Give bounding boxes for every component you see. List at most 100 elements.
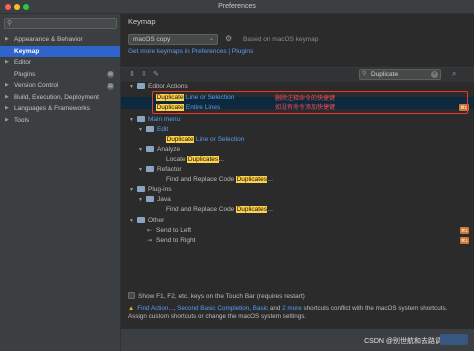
conflict-link-second-basic[interactable]: Second Basic Completion <box>177 305 249 312</box>
sidebar-item-languages[interactable]: ▶ Languages & Frameworks <box>0 103 120 115</box>
warning-text: and <box>268 305 283 312</box>
sidebar-item-label: Version Control <box>14 82 59 89</box>
tree-node-label: Other <box>148 217 165 224</box>
dialog-button-bar: CSDN @别世航和去路调 <box>121 329 474 351</box>
tree-row-send-to-left[interactable]: ⇤ Send to Left <box>147 226 191 236</box>
chevron-down-icon: ▼ <box>129 117 134 123</box>
search-match: Duplicate <box>166 136 195 143</box>
chevron-right-icon: ▶ <box>5 82 9 88</box>
tree-node-java[interactable]: ▼ Java <box>138 195 171 205</box>
tree-row-edit-duplicate[interactable]: Duplicate Line or Selection <box>166 135 244 145</box>
tree-node-other[interactable]: ▼ Other <box>129 216 164 226</box>
touch-bar-checkbox[interactable] <box>128 292 135 299</box>
page-title: Keymap <box>128 17 156 26</box>
folder-icon <box>137 115 145 122</box>
tree-node-label: Plug-ins <box>148 186 172 193</box>
gear-icon[interactable]: ⚙ <box>225 34 232 43</box>
annotation-note: 如没有命令添加快捷键 <box>275 105 336 111</box>
warning-icon: ▲ <box>128 305 135 312</box>
sidebar-item-label: Keymap <box>14 47 40 55</box>
sidebar-item-label: Editor <box>14 59 31 66</box>
chevron-right-icon: ▶ <box>5 59 9 65</box>
find-by-shortcut-icon[interactable]: ⌕ <box>452 69 456 79</box>
tree-node-edit[interactable]: ▼ Edit <box>138 125 168 135</box>
tree-node-label: Editor Actions <box>148 83 188 90</box>
keymap-select[interactable]: macOS copy ⌄ <box>128 34 218 45</box>
warning-text: shortcuts conflict with the macOS system… <box>301 305 448 312</box>
keymap-toolbar: ⇕ ⇳ ✎ ⚲ Duplicate × ⌕ <box>121 67 474 82</box>
action-search-value: Duplicate <box>371 71 399 78</box>
conflict-link-more[interactable]: 2 more <box>282 305 302 312</box>
sidebar-item-plugins[interactable]: Plugins ▤ <box>0 69 120 81</box>
window-title: Preferences <box>218 3 256 10</box>
chevron-right-icon: ▶ <box>5 105 9 111</box>
tree-row-send-to-right[interactable]: ⇥ Send to Right <box>147 236 195 246</box>
more-keymaps-link[interactable]: Get more keymaps in Preferences | Plugin… <box>128 48 253 55</box>
collapse-all-icon[interactable]: ⇳ <box>141 70 147 78</box>
action-search-input[interactable]: ⚲ Duplicate × <box>359 69 441 80</box>
settings-sidebar: ⚲ ▶ Appearance & Behavior Keymap ▶ Editor … <box>0 14 121 351</box>
action-label: Send to Left <box>156 227 192 234</box>
warning-text-line2: Assign custom shortcuts or change the ma… <box>128 313 307 320</box>
keymap-panel: Keymap macOS copy ⌄ ⚙ Based on macOS keym… <box>121 14 474 351</box>
sidebar-item-label: Appearance & Behavior <box>14 36 83 43</box>
tree-node-label: Refactor <box>157 166 182 173</box>
ok-button[interactable] <box>440 334 468 345</box>
tree-node-refactor[interactable]: ▼ Refactor <box>138 165 182 175</box>
sidebar-item-build[interactable]: ▶ Build, Execution, Deployment <box>0 92 120 104</box>
tree-node-analyze[interactable]: ▼ Analyze <box>138 145 180 155</box>
conflict-link-find-action[interactable]: Find Action... <box>137 305 173 312</box>
folder-icon <box>146 125 154 132</box>
settings-search-input[interactable]: ⚲ <box>4 18 117 29</box>
tree-node-plugins[interactable]: ▼ Plug-ins <box>129 185 171 195</box>
sidebar-item-label: Plugins <box>14 70 36 78</box>
sidebar-item-keymap[interactable]: Keymap <box>0 45 120 57</box>
clear-search-icon[interactable]: × <box>431 71 438 78</box>
conflict-link-basic[interactable]: Basic <box>253 305 268 312</box>
expand-all-icon[interactable]: ⇕ <box>129 70 135 78</box>
tree-node-main-menu[interactable]: ▼ Main menu <box>129 115 180 125</box>
folder-icon <box>146 165 154 172</box>
search-match: Duplicates <box>187 156 219 163</box>
chevron-right-icon: ▶ <box>5 36 9 42</box>
annotation-note: 删除注释命令的快捷键 <box>275 96 336 102</box>
tree-node-label: Java <box>157 196 171 203</box>
action-label-suffix: ... <box>267 206 273 213</box>
sidebar-item-label: Tools <box>14 116 30 124</box>
keymap-select-value: macOS copy <box>133 36 171 43</box>
chevron-down-icon: ▼ <box>129 84 134 90</box>
tree-row-find-replace-duplicates[interactable]: Find and Replace Code Duplicates... <box>166 175 273 185</box>
folder-icon <box>137 185 145 192</box>
send-left-icon: ⇤ <box>147 228 153 234</box>
search-icon: ⚲ <box>7 20 13 27</box>
action-label-suffix: ... <box>267 176 273 183</box>
touch-bar-checkbox-row[interactable]: Show F1, F2, etc. keys on the Touch Bar … <box>128 292 305 300</box>
settings-nav: ▶ Appearance & Behavior Keymap ▶ Editor Pl… <box>0 34 120 126</box>
tree-row-java-find-replace-duplicates[interactable]: Find and Replace Code Duplicates... <box>166 205 273 215</box>
send-right-icon: ⇥ <box>147 238 153 244</box>
action-label: Line or Selection <box>194 136 245 143</box>
folder-icon <box>146 145 154 152</box>
search-match: Duplicates <box>236 176 268 183</box>
folder-icon <box>146 195 154 202</box>
tree-row-locate-duplicates[interactable]: Locate Duplicates... <box>166 155 224 165</box>
sidebar-item-appearance[interactable]: ▶ Appearance & Behavior <box>0 34 120 46</box>
action-label-suffix: ... <box>218 156 225 163</box>
based-on-label: Based on macOS keymap <box>243 36 319 43</box>
action-label: Locate <box>166 156 188 163</box>
tree-node-label: Main menu <box>148 116 181 123</box>
actions-tree: ▼ Editor Actions Duplicate Line or Select… <box>121 82 474 302</box>
sidebar-item-editor[interactable]: ▶ Editor <box>0 57 120 69</box>
action-label: Find and Replace Code <box>166 176 237 183</box>
chevron-right-icon: ▶ <box>5 93 9 100</box>
edit-shortcut-icon[interactable]: ✎ <box>153 70 159 78</box>
watermark-text: CSDN @别世航和去路调 <box>364 338 442 345</box>
search-match: Duplicates <box>236 206 268 213</box>
title-bar: Preferences <box>0 0 474 14</box>
chevron-down-icon: ▼ <box>138 197 143 203</box>
chevron-down-icon: ▼ <box>138 127 143 133</box>
sidebar-item-label: Build, Execution, Deployment <box>14 93 99 101</box>
sidebar-item-version-control[interactable]: ▶ Version Control ▤ <box>0 80 120 92</box>
action-label: Find and Replace Code <box>166 206 237 213</box>
sidebar-item-tools[interactable]: ▶ Tools <box>0 115 120 127</box>
